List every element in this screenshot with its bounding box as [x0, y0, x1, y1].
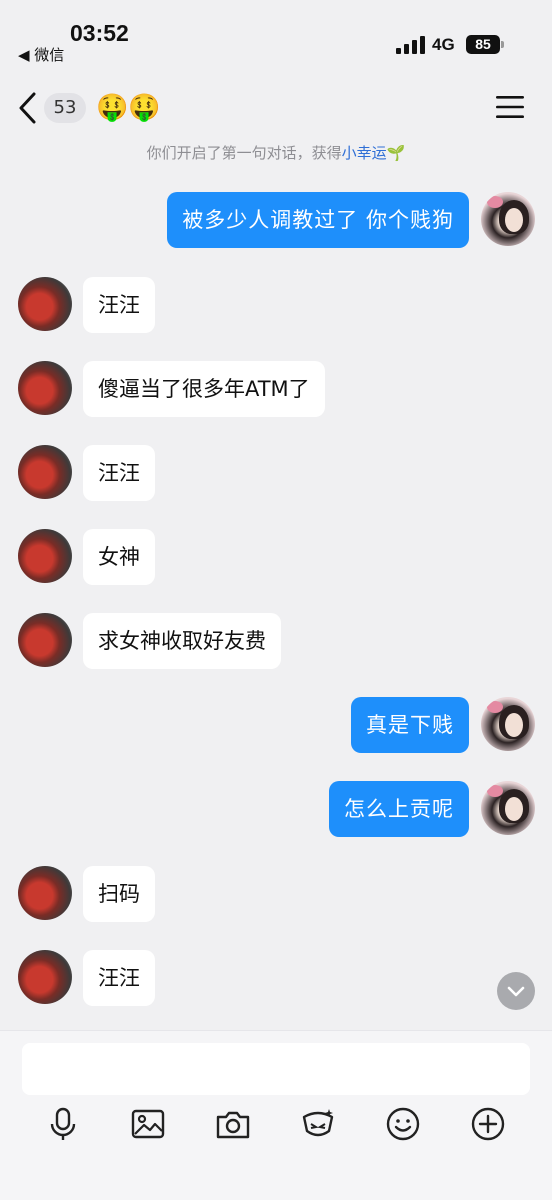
sprout-icon: 🌱: [386, 144, 406, 162]
battery-icon: [501, 41, 504, 48]
message-row: 被多少人调教过了 你个贱狗: [0, 192, 552, 252]
message-bubble[interactable]: 汪汪: [83, 445, 155, 501]
microphone-icon[interactable]: [44, 1105, 82, 1143]
scroll-to-bottom-button[interactable]: [497, 972, 535, 1010]
message-row: 汪汪: [0, 277, 552, 337]
avatar[interactable]: [18, 445, 72, 499]
message-row: 汪汪: [0, 445, 552, 505]
message-row: 傻逼当了很多年ATM了: [0, 361, 552, 421]
message-row: 女神: [0, 529, 552, 589]
message-bubble[interactable]: 真是下贱: [351, 697, 469, 753]
message-bubble[interactable]: 被多少人调教过了 你个贱狗: [167, 192, 469, 248]
battery-level: 85: [466, 35, 500, 54]
status-time: 03:52: [70, 20, 129, 46]
message-bubble[interactable]: 傻逼当了很多年ATM了: [83, 361, 325, 417]
unread-count-badge[interactable]: 53: [44, 93, 86, 123]
plus-icon[interactable]: [469, 1105, 507, 1143]
network-type: 4G: [432, 35, 455, 54]
chat-title: 🤑🤑: [96, 93, 161, 123]
input-area: [0, 1030, 552, 1200]
signal-icon: [396, 36, 425, 54]
back-to-app-link[interactable]: ◀ 微信: [18, 44, 64, 65]
message-bubble[interactable]: 汪汪: [83, 950, 155, 1006]
avatar[interactable]: [18, 866, 72, 920]
message-input[interactable]: [22, 1043, 530, 1095]
system-message-text: 你们开启了第一句对话，获得: [146, 144, 342, 162]
message-row: 真是下贱: [0, 697, 552, 757]
avatar[interactable]: [481, 781, 535, 835]
message-row: 扫码: [0, 866, 552, 926]
message-row: 求女神收取好友费: [0, 613, 552, 673]
avatar[interactable]: [18, 361, 72, 415]
message-bubble[interactable]: 怎么上贡呢: [329, 781, 469, 837]
system-message: 你们开启了第一句对话，获得小幸运🌱: [0, 142, 552, 163]
message-bubble[interactable]: 汪汪: [83, 277, 155, 333]
emoji-icon[interactable]: [384, 1105, 422, 1143]
avatar[interactable]: [481, 697, 535, 751]
chat-header: 53 🤑🤑: [0, 80, 552, 138]
chevron-down-icon: [507, 986, 525, 997]
avatar[interactable]: [18, 277, 72, 331]
avatar[interactable]: [18, 950, 72, 1004]
message-bubble[interactable]: 求女神收取好友费: [83, 613, 281, 669]
camera-icon[interactable]: [214, 1105, 252, 1143]
avatar[interactable]: [18, 613, 72, 667]
avatar[interactable]: [18, 529, 72, 583]
sticker-icon[interactable]: [299, 1105, 337, 1143]
lucky-link[interactable]: 小幸运: [342, 144, 387, 162]
status-bar: 03:52 ◀ 微信 4G 85: [0, 0, 552, 80]
menu-icon[interactable]: [496, 94, 524, 120]
message-bubble[interactable]: 扫码: [83, 866, 155, 922]
image-icon[interactable]: [129, 1105, 167, 1143]
message-row: 怎么上贡呢: [0, 781, 552, 841]
avatar[interactable]: [481, 192, 535, 246]
message-row: 汪汪: [0, 950, 552, 1010]
message-bubble[interactable]: 女神: [83, 529, 155, 585]
back-arrow-icon[interactable]: [14, 90, 44, 126]
